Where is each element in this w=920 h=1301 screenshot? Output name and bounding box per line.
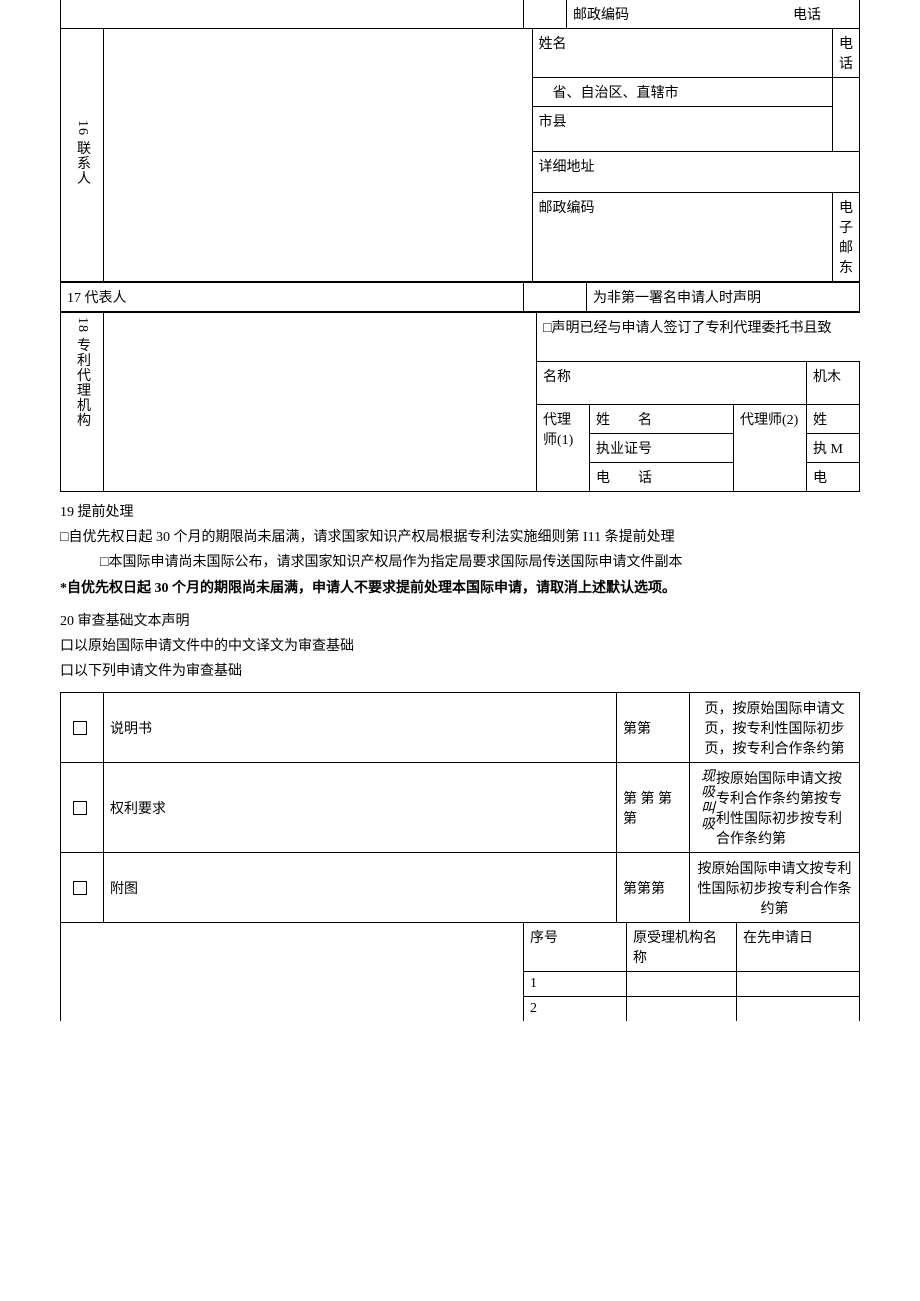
org-header: 原受理机构名称 <box>627 923 737 972</box>
s20-opt2[interactable]: 口以下列申请文件为审查基础 <box>60 659 860 684</box>
section-16-header: 16 联系人 <box>72 120 92 186</box>
date-1[interactable] <box>737 972 860 997</box>
s19-line1[interactable]: □自优先权日起 30 个月的期限尚未届满，请求国家知识产权局根据专利法实施细则第… <box>60 525 860 550</box>
spec-checkbox-cell[interactable] <box>61 693 104 763</box>
postcode-label: 邮政编码 <box>567 0 788 29</box>
s20-opt1[interactable]: 口以原始国际申请文件中的中文译文为审查基础 <box>60 634 860 659</box>
city-label: 市县 <box>532 107 832 152</box>
address-label: 详细地址 <box>532 152 859 193</box>
contact-name-label: 姓名 <box>532 29 832 78</box>
s19-note: *自优先权日起 30 个月的期限尚未届满，申请人不要求提前处理本国际申请，请取消… <box>60 576 860 601</box>
s19-line2[interactable]: □本国际申请尚未国际公布，请求国家知识产权局作为指定局要求国际局传送国际申请文件… <box>60 550 860 575</box>
agency-org-label: 机木 <box>807 362 860 405</box>
agent1-label: 代理师(1) <box>537 405 590 492</box>
section-19-header: 19 提前处理 <box>60 500 860 525</box>
date-header: 在先申请日 <box>737 923 860 972</box>
claim-checkbox-cell[interactable] <box>61 763 104 853</box>
email-label: 电子邮东 <box>833 193 860 282</box>
fig-checkbox-cell[interactable] <box>61 853 104 923</box>
s17-declaration: 为非第一署名申请人时声明 <box>587 283 860 312</box>
spec-pages: 第第 <box>617 693 690 763</box>
claim-side: 现吸叫吸 <box>696 768 716 832</box>
s18-declaration-row[interactable]: □声明已经与申请人签订了专利代理委托书且致 <box>537 313 860 362</box>
priority-table: 序号 原受理机构名称 在先申请日 1 2 <box>60 923 860 1021</box>
agent1-license-label: 执业证号 <box>590 434 734 463</box>
org-2[interactable] <box>627 997 737 1022</box>
top-blank-cell <box>61 0 524 29</box>
spec-desc: 页，按原始国际申请文页，按专利性国际初步页，按专利合作条约第 <box>690 693 860 763</box>
postcode-label-16: 邮政编码 <box>532 193 832 282</box>
priority-blank <box>61 923 524 1021</box>
section-16-table: 16 联系人 姓名 电话 省、自治区、直辖市 市县 详细地址 邮政编码 电子邮东 <box>60 29 860 282</box>
fig-desc: 按原始国际申请文按专利性国际初步按专利合作条约第 <box>690 853 860 923</box>
province-label: 省、自治区、直辖市 <box>532 78 832 107</box>
fig-label: 附图 <box>104 853 617 923</box>
section-20-header: 20 审查基础文本声明 <box>60 609 860 634</box>
agent2-label: 代理师(2) <box>734 405 807 492</box>
phone-label: 电话 <box>787 0 860 29</box>
agent2-name-label: 姓 <box>807 405 860 434</box>
org-1[interactable] <box>627 972 737 997</box>
s18-blank <box>104 313 537 492</box>
s18-declaration-text: 声明已经与申请人签订了专利代理委托书且致 <box>551 321 831 336</box>
agent2-license-label: 执 M <box>807 434 860 463</box>
section-18-table: 18 专利代理机构 □声明已经与申请人签订了专利代理委托书且致 名称 机木 代理… <box>60 312 860 492</box>
section-20-table: 说明书 第第 页，按原始国际申请文页，按专利性国际初步页，按专利合作条约第 权利… <box>60 692 860 923</box>
spec-label: 说明书 <box>104 693 617 763</box>
claim-pages: 第 第 第第 <box>617 763 690 853</box>
contact-phone-label: 电话 <box>833 29 860 78</box>
seq-1: 1 <box>524 972 627 997</box>
section-17-header: 17 代表人 <box>61 283 524 312</box>
agency-name-label: 名称 <box>537 362 807 405</box>
section-18-header: 18 专利代理机构 <box>72 317 92 428</box>
fig-pages: 第第第 <box>617 853 690 923</box>
section-17-table: 17 代表人 为非第一署名申请人时声明 <box>60 282 860 312</box>
agent1-phone-label: 电 话 <box>590 463 734 492</box>
s17-blank <box>524 283 587 312</box>
top-row-table: 邮政编码 电话 <box>60 0 860 29</box>
claim-label: 权利要求 <box>104 763 617 853</box>
province-blank[interactable] <box>833 78 860 152</box>
claim-desc: 按原始国际申请文按专利合作条约第按专利性国际初步按专利合作条约第 <box>716 772 842 847</box>
agent2-phone-label: 电 <box>807 463 860 492</box>
seq-2: 2 <box>524 997 627 1022</box>
date-2[interactable] <box>737 997 860 1022</box>
section-16-blank <box>103 29 532 282</box>
agent1-name-label: 姓 名 <box>590 405 734 434</box>
top-blank-cell2 <box>524 0 567 29</box>
claim-desc-cell: 现吸叫吸 按原始国际申请文按专利合作条约第按专利性国际初步按专利合作条约第 <box>690 763 860 853</box>
seq-header: 序号 <box>524 923 627 972</box>
